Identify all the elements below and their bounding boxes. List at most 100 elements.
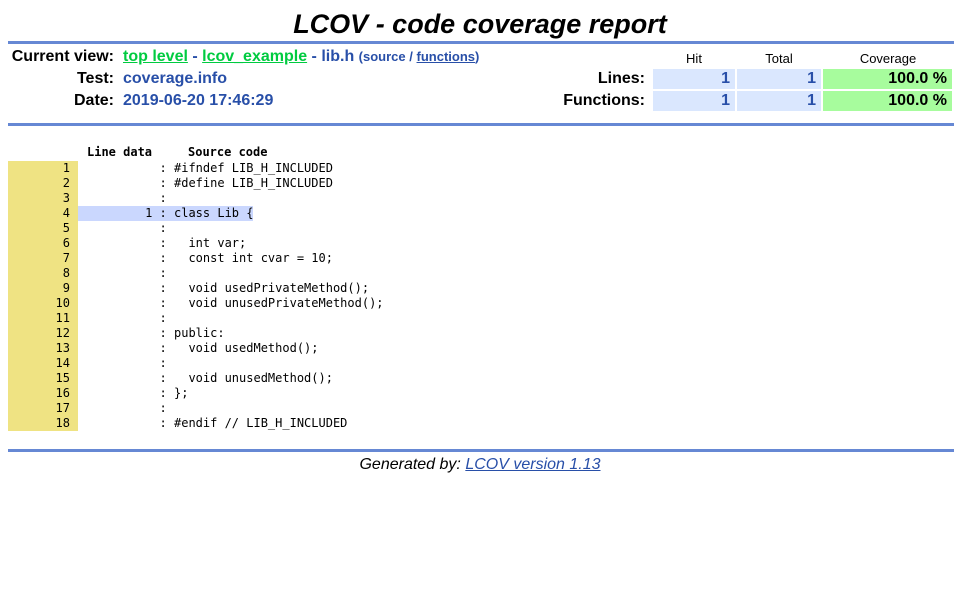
line-number: 13 — [8, 341, 78, 356]
slash: / — [409, 49, 413, 64]
line-number: 11 — [8, 311, 78, 326]
functions-coverage: 100.0 % — [823, 91, 952, 111]
line-hit-count: : — [152, 386, 174, 400]
source-line: 12 : public: — [8, 326, 960, 341]
line-number: 5 — [8, 221, 78, 236]
line-hit-count: : — [152, 161, 174, 175]
breadcrumb-current-file: lib.h — [321, 48, 355, 65]
source-line: 2 : #define LIB_H_INCLUDED — [8, 176, 960, 191]
line-number: 2 — [8, 176, 78, 191]
line-hit-count: : — [152, 296, 174, 310]
functions-view-link[interactable]: functions — [417, 49, 476, 64]
coverage-column-header: Coverage — [859, 51, 917, 66]
line-source-code: const int cvar = 10; — [174, 251, 333, 265]
breadcrumb: top level - lcov_example - lib.h (source… — [123, 46, 479, 68]
header-bottom-rule — [8, 123, 954, 126]
line-hit-count: : — [152, 251, 174, 265]
line-hit-count: : — [152, 176, 174, 190]
total-column-header: Total — [765, 51, 793, 66]
line-number: 4 — [8, 206, 78, 221]
line-number: 10 — [8, 296, 78, 311]
line-source-code: }; — [174, 386, 189, 400]
line-number: 12 — [8, 326, 78, 341]
line-number: 18 — [8, 416, 78, 431]
lines-hit: 1 — [653, 69, 735, 89]
line-source-code: public: — [174, 326, 225, 340]
date-value: 2019-06-20 17:46:29 — [123, 92, 274, 109]
line-source-code: void unusedPrivateMethod(); — [174, 296, 384, 310]
line-number: 1 — [8, 161, 78, 176]
line-hit-count: : — [152, 221, 174, 235]
line-number: 9 — [8, 281, 78, 296]
line-hit-count: : — [152, 191, 174, 205]
line-source-code: void usedMethod(); — [174, 341, 319, 355]
lines-total: 1 — [737, 69, 821, 89]
line-hit-count: : — [152, 401, 174, 415]
line-hit-count: : — [152, 266, 174, 280]
source-line: 3 : — [8, 191, 960, 206]
footer: Generated by: LCOV version 1.13 — [0, 456, 960, 474]
line-hit-count: : — [152, 311, 174, 325]
source-line: 16 : }; — [8, 386, 960, 401]
breadcrumb-top-level-link[interactable]: top level — [123, 48, 188, 65]
breadcrumb-separator: - — [311, 48, 317, 65]
lines-label: Lines: — [597, 70, 645, 87]
line-number: 15 — [8, 371, 78, 386]
source-lines: 1 : #ifndef LIB_H_INCLUDED 2 : #define LI… — [8, 161, 960, 431]
source-line: 10 : void unusedPrivateMethod(); — [8, 296, 960, 311]
source-line: 15 : void unusedMethod(); — [8, 371, 960, 386]
line-number: 8 — [8, 266, 78, 281]
line-source-code: void usedPrivateMethod(); — [174, 281, 370, 295]
line-hit-count: : — [152, 341, 174, 355]
source-header: Line data Source code — [8, 144, 960, 161]
date-label: Date: — [73, 92, 114, 109]
hit-column-header: Hit — [686, 51, 702, 66]
source-line: 13 : void usedMethod(); — [8, 341, 960, 356]
test-label: Test: — [76, 70, 114, 87]
source-line: 14 : — [8, 356, 960, 371]
source-line: 8 : — [8, 266, 960, 281]
source-line: 1 : #ifndef LIB_H_INCLUDED — [8, 161, 960, 176]
line-hit-count: : — [152, 371, 174, 385]
functions-label: Functions: — [563, 92, 645, 109]
view-switcher: (source / functions) — [359, 49, 480, 64]
source-line: 18 : #endif // LIB_H_INCLUDED — [8, 416, 960, 431]
page-title: LCOV - code coverage report — [293, 9, 667, 39]
source-view-label: source — [363, 49, 406, 64]
line-number: 17 — [8, 401, 78, 416]
source-line: 9 : void usedPrivateMethod(); — [8, 281, 960, 296]
line-source-code: void unusedMethod(); — [174, 371, 333, 385]
functions-hit: 1 — [653, 91, 735, 111]
breadcrumb-dir-link[interactable]: lcov_example — [202, 48, 307, 65]
line-source-code: #endif // LIB_H_INCLUDED — [174, 416, 348, 430]
line-data-header: Line data — [87, 145, 153, 159]
test-value: coverage.info — [123, 70, 228, 87]
footer-rule — [8, 449, 954, 452]
source-line: 17 : — [8, 401, 960, 416]
source-line: 6 : int var; — [8, 236, 960, 251]
lcov-version-link[interactable]: LCOV version 1.13 — [465, 456, 600, 473]
source-line: 5 : — [8, 221, 960, 236]
breadcrumb-separator: - — [192, 48, 198, 65]
source-code-header: Source code — [188, 145, 268, 159]
line-source-code: class Lib { — [174, 206, 254, 221]
line-hit-count: 1 : — [78, 206, 174, 221]
functions-total: 1 — [737, 91, 821, 111]
report-header: Current view: top level - lcov_example -… — [8, 44, 954, 123]
line-hit-count: : — [152, 416, 174, 430]
line-hit-count: : — [152, 236, 174, 250]
source-line: 11 : — [8, 311, 960, 326]
line-hit-count: : — [152, 326, 174, 340]
line-number: 7 — [8, 251, 78, 266]
line-source-code: #define LIB_H_INCLUDED — [174, 176, 333, 190]
source-listing: Line data Source code 1 : #ifndef LIB_H_… — [8, 144, 960, 431]
line-number: 6 — [8, 236, 78, 251]
line-number: 3 — [8, 191, 78, 206]
lines-coverage: 100.0 % — [823, 69, 952, 89]
line-source-code: int var; — [174, 236, 247, 250]
current-view-label: Current view: — [11, 48, 114, 65]
paren-close: ) — [475, 49, 480, 64]
line-source-code: #ifndef LIB_H_INCLUDED — [174, 161, 333, 175]
line-number: 16 — [8, 386, 78, 401]
line-hit-count: : — [152, 356, 174, 370]
